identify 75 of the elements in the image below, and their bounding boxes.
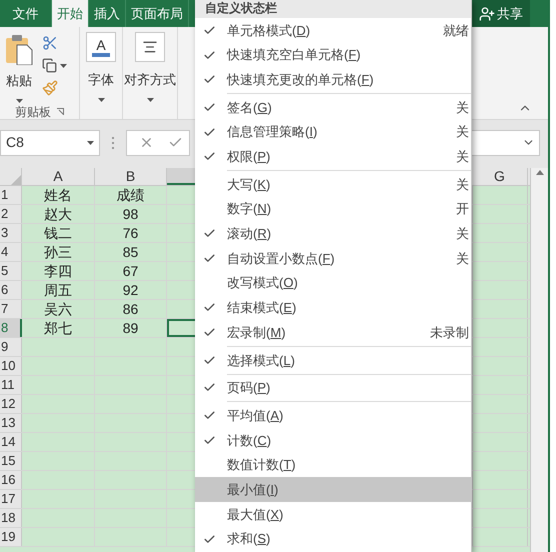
table-cell[interactable]: 钱二 (22, 224, 95, 242)
menu-item[interactable]: 最大值(X) (195, 502, 471, 527)
status-value: 关 (456, 98, 469, 117)
row-header[interactable]: 9 (0, 338, 22, 356)
table-cell[interactable]: 孙三 (22, 243, 95, 261)
status-value: 就绪 (443, 22, 469, 40)
row-header[interactable]: 7 (0, 300, 22, 318)
row-header[interactable]: 6 (0, 281, 22, 299)
table-cell[interactable]: 98 (95, 205, 167, 223)
table-cell[interactable]: 周五 (22, 281, 95, 299)
menu-item[interactable]: 计数(C) (195, 428, 471, 453)
table-cell[interactable]: 86 (95, 300, 167, 318)
column-header[interactable]: A (22, 168, 95, 185)
menu-item[interactable]: 签名(G) 关 (195, 95, 471, 120)
table-cell[interactable]: 成绩 (95, 186, 167, 204)
row-header[interactable]: 19 (0, 528, 22, 546)
table-cell[interactable]: 85 (95, 243, 167, 261)
status-value: 关 (456, 176, 469, 194)
share-button[interactable]: 共享 (472, 0, 530, 27)
row-header[interactable]: 17 (0, 490, 22, 508)
row-header[interactable]: 16 (0, 471, 22, 489)
menu-item[interactable]: 页码(P) (195, 376, 471, 400)
alignment-button[interactable]: 对齐方式 (123, 27, 178, 119)
menu-item[interactable]: 宏录制(M) 未录制 (195, 320, 471, 345)
row-header[interactable]: 2 (0, 205, 22, 223)
row-header[interactable]: 4 (0, 243, 22, 261)
row-header[interactable]: 12 (0, 395, 22, 413)
menu-item[interactable]: 结束模式(E) (195, 296, 471, 320)
menu-item[interactable]: 选择模式(L) (195, 348, 471, 373)
table-cell[interactable]: 李四 (22, 262, 95, 280)
table-cell[interactable]: 76 (95, 224, 167, 242)
font-button[interactable]: A 字体 (80, 27, 123, 119)
group-label: 剪贴板 (15, 104, 51, 120)
paste-button[interactable]: 粘贴 (0, 27, 38, 102)
table-cell[interactable]: 89 (95, 319, 167, 337)
row-header[interactable]: 14 (0, 433, 22, 451)
ribbon-tab[interactable]: 开始 (52, 0, 89, 27)
menu-item[interactable]: 求和(S) (195, 526, 471, 552)
status-value: 未录制 (430, 324, 469, 342)
row-header[interactable]: 3 (0, 224, 22, 242)
row-header[interactable]: 15 (0, 452, 22, 470)
menu-item[interactable]: 滚动(R) 关 (195, 222, 471, 246)
menu-item[interactable]: 改写模式(O) (195, 270, 471, 296)
menu-item[interactable]: 数字(N) 开 (195, 196, 471, 222)
row-header[interactable]: 8 (0, 319, 22, 337)
menu-item[interactable]: 单元格模式(D) 就绪 (195, 18, 471, 43)
menu-item[interactable]: 平均值(A) (195, 403, 471, 428)
row-header[interactable]: 1 (0, 186, 22, 204)
menu-item[interactable]: 快速填充更改的单元格(F) (195, 67, 471, 92)
row-header[interactable]: 10 (0, 357, 22, 375)
table-cell[interactable]: 67 (95, 262, 167, 280)
table-cell[interactable]: 吴六 (22, 300, 95, 318)
row-header[interactable]: 13 (0, 414, 22, 432)
status-value: 关 (456, 225, 469, 244)
row-header[interactable]: 11 (0, 376, 22, 394)
menu-item[interactable]: 信息管理策略(I) 关 (195, 120, 471, 144)
menu-item[interactable]: 数值计数(T) (195, 452, 471, 478)
table-cell[interactable]: 赵大 (22, 205, 95, 223)
table-cell[interactable]: 姓名 (22, 186, 95, 204)
menu-item[interactable]: 权限(P) 关 (195, 144, 471, 170)
font-glyph: A (96, 38, 106, 52)
menu-item[interactable]: 自动设置小数点(F) 关 (195, 246, 471, 271)
menu-item[interactable]: 最小值(I) (195, 477, 471, 502)
row-header[interactable]: 5 (0, 262, 22, 280)
menu-title: 自定义状态栏 (195, 0, 471, 18)
status-value: 关 (456, 250, 469, 268)
row-header[interactable]: 18 (0, 509, 22, 527)
menu-item[interactable]: 快速填充空白单元格(F) (195, 42, 471, 68)
table-cell[interactable]: 92 (95, 281, 167, 299)
name-box[interactable]: C8 (0, 130, 100, 156)
status-value: 关 (456, 123, 469, 142)
menu-item[interactable]: 大写(K) 关 (195, 172, 471, 197)
table-cell[interactable]: 郑七 (22, 319, 95, 337)
status-value: 开 (456, 200, 469, 218)
status-value: 关 (456, 148, 469, 166)
